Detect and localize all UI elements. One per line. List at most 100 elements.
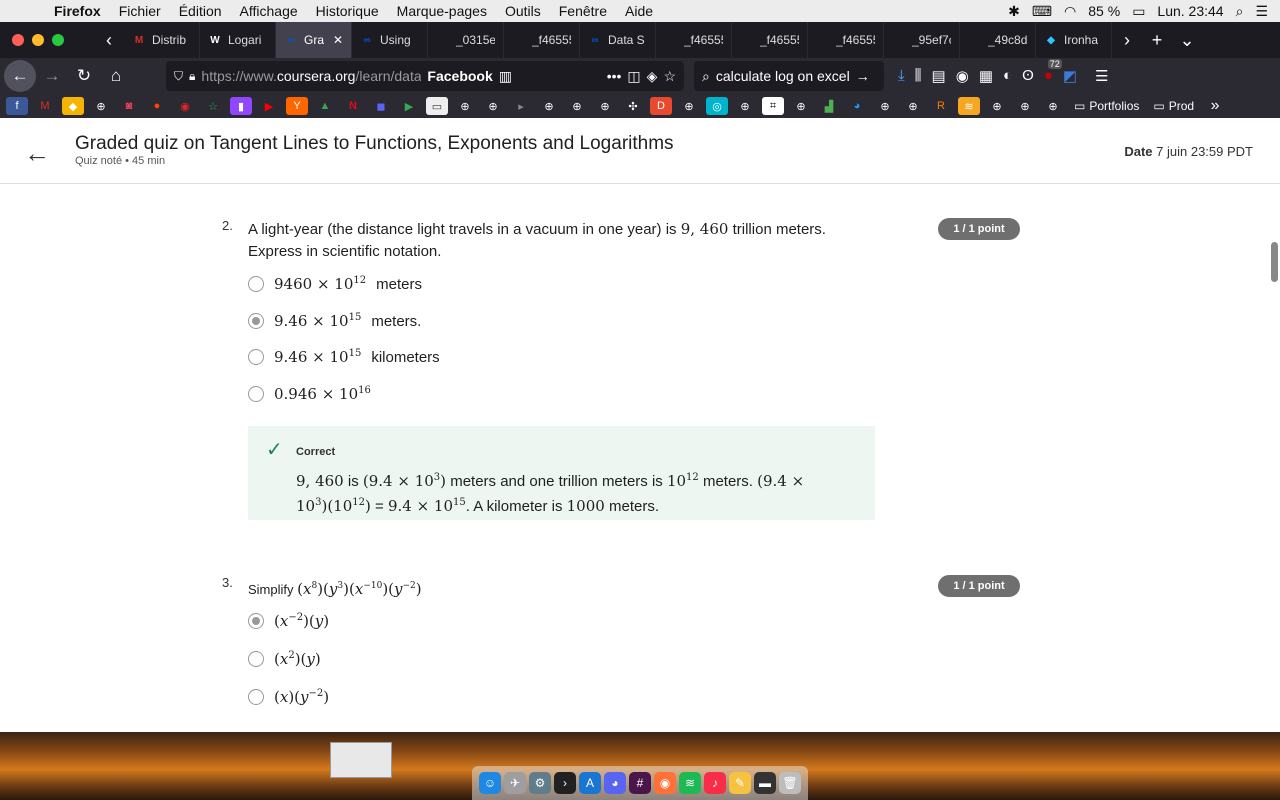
lock-icon[interactable]: 🔒︎ xyxy=(189,69,195,84)
keyboard-icon[interactable]: ⌨ xyxy=(1032,3,1052,20)
system-preferences-icon[interactable]: ⚙ xyxy=(529,772,551,794)
music-icon[interactable]: ♪ xyxy=(704,772,726,794)
launchpad-icon[interactable]: ✈ xyxy=(504,772,526,794)
slack-icon[interactable]: # xyxy=(629,772,651,794)
menu-fenetre[interactable]: Fenêtre xyxy=(559,3,607,19)
firefox-icon[interactable]: ◉ xyxy=(654,772,676,794)
menu-aide[interactable]: Aide xyxy=(625,3,653,19)
bookmark-star-green-icon[interactable]: ☆ xyxy=(202,97,224,115)
minimize-window-button[interactable] xyxy=(32,34,44,46)
radio-button-selected[interactable] xyxy=(248,613,264,629)
bookmark-reddit-icon[interactable]: ● xyxy=(146,97,168,115)
bookmark-hackernews-icon[interactable]: Y xyxy=(286,97,308,115)
bookmark-globe-icon[interactable]: ⊕ xyxy=(482,97,504,115)
tag-icon[interactable]: ◈ xyxy=(647,68,658,85)
browser-tab[interactable]: ∞ Data S xyxy=(580,22,656,58)
browser-tab[interactable]: W Logari xyxy=(200,22,276,58)
back-arrow-icon[interactable]: ← xyxy=(24,138,50,169)
answer-option[interactable]: 9460 × 1012 meters xyxy=(248,275,422,293)
search-bar[interactable]: ⌕ calculate log on excel → xyxy=(694,61,884,91)
clock[interactable]: Lun. 23:44 xyxy=(1157,3,1223,19)
bookmark-keep-icon[interactable]: ◆ xyxy=(62,97,84,115)
browser-tab[interactable]: ∞ Gra ✕ xyxy=(276,22,352,58)
answer-option[interactable]: (x)(y−2) xyxy=(248,688,329,706)
bookmark-globe-icon[interactable]: ⊕ xyxy=(594,97,616,115)
bookmark-record-icon[interactable]: ◉ xyxy=(174,97,196,115)
answer-option[interactable]: 9.46 × 1015 meters. xyxy=(248,312,421,330)
home-button[interactable]: ⌂ xyxy=(100,60,132,92)
tracking-protection-shield-icon[interactable]: ⛉ xyxy=(174,69,183,84)
close-tab-icon[interactable]: ✕ xyxy=(333,33,343,47)
radio-button-selected[interactable] xyxy=(248,313,264,329)
radio-button[interactable] xyxy=(248,386,264,402)
tab-list-chevron-down-icon[interactable]: ⌄ xyxy=(1172,30,1202,51)
menu-historique[interactable]: Historique xyxy=(316,3,379,19)
bookmark-facebook-icon[interactable]: f xyxy=(6,97,28,115)
bookmark-globe-icon[interactable]: ⊕ xyxy=(566,97,588,115)
bookmark-steam-icon[interactable]: ◕ xyxy=(846,97,868,115)
download-icon[interactable]: ⤓ xyxy=(898,67,905,85)
browser-tab[interactable]: _0315e57c xyxy=(428,22,504,58)
scrollbar-thumb[interactable] xyxy=(1271,242,1278,282)
bookmark-puzzle-icon[interactable]: ✣ xyxy=(622,97,644,115)
bookmark-globe-icon[interactable]: ⊕ xyxy=(874,97,896,115)
forward-button[interactable]: → xyxy=(36,60,68,92)
sidebar-icon[interactable]: ▤ xyxy=(932,67,946,85)
browser-tab[interactable]: _49c8dbb xyxy=(960,22,1036,58)
account-icon[interactable]: ◉ xyxy=(956,67,969,85)
bookmarks-overflow-icon[interactable]: » xyxy=(1204,97,1226,115)
search-go-arrow-icon[interactable]: → xyxy=(856,68,870,84)
new-tab-button[interactable]: + xyxy=(1142,30,1172,51)
battery-percent[interactable]: 85 % xyxy=(1088,3,1120,19)
bookmark-stack-icon[interactable]: ≋ xyxy=(958,97,980,115)
browser-tab[interactable]: ◆ Ironha xyxy=(1036,22,1112,58)
minimized-window-thumbnail[interactable] xyxy=(330,742,392,778)
bookmark-bracket-icon[interactable]: ⌗ xyxy=(762,97,784,115)
zoom-window-button[interactable] xyxy=(52,34,64,46)
bookmark-youtube-icon[interactable]: ▶ xyxy=(258,97,280,115)
browser-tab[interactable]: _95ef7c80 xyxy=(884,22,960,58)
search-input[interactable]: calculate log on excel xyxy=(716,68,850,84)
bookmark-globe-icon[interactable]: ⊕ xyxy=(1014,97,1036,115)
radio-button[interactable] xyxy=(248,651,264,667)
extension-owl-icon[interactable]: ʘ xyxy=(1022,67,1034,85)
reader-view-icon[interactable]: ▥ xyxy=(499,68,512,85)
menu-affichage[interactable]: Affichage xyxy=(240,3,298,19)
url-bar[interactable]: ⛉ 🔒︎ https://www.coursera.org/learn/data… xyxy=(166,61,684,91)
bookmark-folder-prod[interactable]: ▭ Prod xyxy=(1149,99,1198,113)
bookmark-twitch-icon[interactable]: ▮ xyxy=(230,97,252,115)
scroll-tabs-left-icon[interactable]: ‹ xyxy=(94,30,124,51)
bookmark-folder-portfolios[interactable]: ▭ Portfolios xyxy=(1070,99,1143,113)
close-window-button[interactable] xyxy=(12,34,24,46)
bookmark-gmail-icon[interactable]: M xyxy=(34,97,56,115)
browser-tab[interactable]: _f46555f4 xyxy=(732,22,808,58)
browser-tab[interactable]: _f46555f4 xyxy=(656,22,732,58)
radio-button[interactable] xyxy=(248,349,264,365)
answer-option[interactable]: 9.46 × 1015 kilometers xyxy=(248,348,440,366)
answer-option[interactable]: (x−2)(y) xyxy=(248,612,329,630)
spotify-icon[interactable]: ≋ xyxy=(679,772,701,794)
bookmark-drive-icon[interactable]: ▲ xyxy=(314,97,336,115)
control-center-icon[interactable]: ☰ xyxy=(1255,3,1268,20)
radio-button[interactable] xyxy=(248,689,264,705)
menu-app-name[interactable]: Firefox xyxy=(54,3,101,19)
app-store-icon[interactable]: A xyxy=(579,772,601,794)
extension-toggle-icon[interactable]: ◐ xyxy=(1003,67,1012,85)
folder-icon[interactable]: ▬ xyxy=(754,772,776,794)
scroll-tabs-right-icon[interactable]: › xyxy=(1112,30,1142,51)
terminal-icon[interactable]: › xyxy=(554,772,576,794)
menu-marque-pages[interactable]: Marque-pages xyxy=(397,3,487,19)
extension-blue-icon[interactable]: ◩ xyxy=(1063,67,1077,85)
menu-edition[interactable]: Édition xyxy=(179,3,222,19)
bookmark-d-icon[interactable]: D xyxy=(650,97,672,115)
answer-option[interactable]: 0.946 × 1016 xyxy=(248,385,381,403)
browser-tab[interactable]: _f46555f4 xyxy=(504,22,580,58)
menu-outils[interactable]: Outils xyxy=(505,3,541,19)
bookmark-globe-icon[interactable]: ⊕ xyxy=(90,97,112,115)
bluetooth-icon[interactable]: ✱ xyxy=(1008,3,1020,20)
bookmark-app-icon[interactable]: ◼ xyxy=(370,97,392,115)
bookmark-globe-icon[interactable]: ⊕ xyxy=(790,97,812,115)
reload-button[interactable]: ↻ xyxy=(68,60,100,92)
browser-tab[interactable]: ∞ Using xyxy=(352,22,428,58)
pocket-icon[interactable]: ◫ xyxy=(627,68,640,85)
